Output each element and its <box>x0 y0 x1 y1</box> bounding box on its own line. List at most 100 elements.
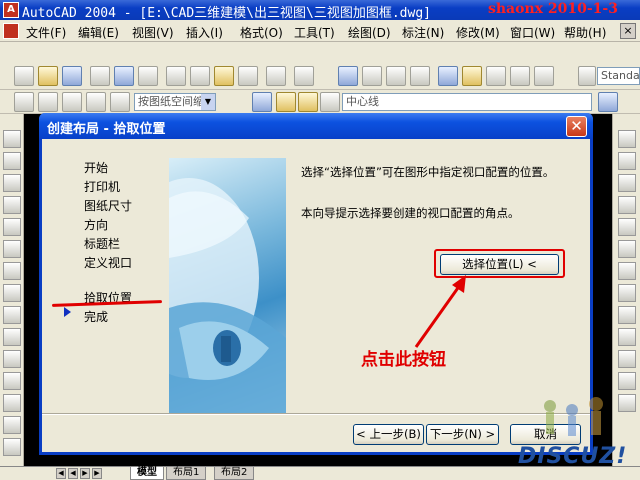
menu-view[interactable]: 视图(V) <box>132 24 174 41</box>
scale-icon[interactable] <box>618 284 636 302</box>
dbconnect-icon[interactable] <box>510 66 530 86</box>
chevron-down-icon[interactable]: ▼ <box>201 94 215 110</box>
menu-file[interactable]: 文件(F) <box>26 24 66 41</box>
spline-icon[interactable] <box>3 284 21 302</box>
clip-viewport-icon[interactable] <box>110 92 130 112</box>
select-location-button[interactable]: 选择位置(L) < <box>440 254 559 275</box>
tab-model[interactable]: 模型 <box>130 467 164 480</box>
copy-object-icon[interactable] <box>618 152 636 170</box>
save-icon[interactable] <box>62 66 82 86</box>
copy-icon[interactable] <box>190 66 210 86</box>
undo-icon[interactable] <box>266 66 286 86</box>
back-button[interactable]: < 上一步(B) <box>353 424 424 445</box>
autocad-app-icon[interactable]: A <box>3 2 19 18</box>
print-icon[interactable] <box>90 66 110 86</box>
menu-tools[interactable]: 工具(T) <box>294 24 335 41</box>
menu-draw[interactable]: 绘图(D) <box>348 24 391 41</box>
menu-edit[interactable]: 编辑(E) <box>78 24 119 41</box>
dialog-close-button[interactable]: ✕ <box>566 116 587 137</box>
viewport-scale-combo[interactable]: 按图纸空间缩 ▼ <box>134 93 216 111</box>
pan-icon[interactable] <box>338 66 358 86</box>
red-arrow-annotation-icon <box>414 275 466 348</box>
layer-lock-icon[interactable] <box>320 92 340 112</box>
paste-icon[interactable] <box>214 66 234 86</box>
discuz-logo: DISCUZ! <box>512 396 640 480</box>
offset-icon[interactable] <box>618 196 636 214</box>
construction-line-icon[interactable] <box>3 152 21 170</box>
new-file-icon[interactable] <box>14 66 34 86</box>
break-icon[interactable] <box>618 372 636 390</box>
erase-icon[interactable] <box>618 130 636 148</box>
layer-manager-icon[interactable] <box>252 92 272 112</box>
layer-combo[interactable]: 中心线 <box>342 93 592 111</box>
polygon-icon[interactable] <box>3 218 21 236</box>
menu-insert[interactable]: 插入(I) <box>186 24 223 41</box>
line-icon[interactable] <box>3 130 21 148</box>
close-document-button[interactable]: × <box>620 23 636 39</box>
ellipse-icon[interactable] <box>3 306 21 324</box>
discuz-figures-icon <box>544 397 603 436</box>
publish-icon[interactable] <box>138 66 158 86</box>
layer-on-icon[interactable] <box>276 92 296 112</box>
redo-icon[interactable] <box>294 66 314 86</box>
design-center-icon[interactable] <box>462 66 482 86</box>
step-paper-size: 图纸尺寸 <box>84 199 133 213</box>
step-title-block: 标题栏 <box>84 237 121 251</box>
next-tab-icon[interactable]: ▶ <box>80 468 90 479</box>
circle-icon[interactable] <box>3 196 21 214</box>
region-icon[interactable] <box>3 416 21 434</box>
tool-palettes-icon[interactable] <box>486 66 506 86</box>
dialog-separator <box>42 413 590 415</box>
first-tab-icon[interactable]: ◀ <box>56 468 66 479</box>
insert-block-icon[interactable] <box>3 328 21 346</box>
menu-format[interactable]: 格式(O) <box>240 24 283 41</box>
menu-window[interactable]: 窗口(W) <box>510 24 555 41</box>
trim-icon[interactable] <box>618 328 636 346</box>
mirror-icon[interactable] <box>618 174 636 192</box>
help-icon[interactable] <box>534 66 554 86</box>
print-preview-icon[interactable] <box>114 66 134 86</box>
zoom-previous-icon[interactable] <box>410 66 430 86</box>
current-step-arrow-icon <box>64 307 71 317</box>
point-icon[interactable] <box>3 372 21 390</box>
text-style-combo[interactable]: Standard <box>597 67 640 85</box>
rectangle-icon[interactable] <box>3 240 21 258</box>
zoom-window-icon[interactable] <box>386 66 406 86</box>
match-properties-icon[interactable] <box>238 66 258 86</box>
properties-icon[interactable] <box>438 66 458 86</box>
dialog-title-bar: 创建布局 - 拾取位置 ✕ <box>39 113 593 139</box>
tab-layout2[interactable]: 布局2 <box>214 467 255 480</box>
extend-icon[interactable] <box>618 350 636 368</box>
text-icon[interactable] <box>3 438 21 456</box>
make-block-icon[interactable] <box>3 350 21 368</box>
next-button[interactable]: 下一步(N) > <box>426 424 499 445</box>
last-tab-icon[interactable]: ▶ <box>92 468 102 479</box>
open-file-icon[interactable] <box>38 66 58 86</box>
convert-object-viewport-icon[interactable] <box>86 92 106 112</box>
make-layer-current-icon[interactable] <box>598 92 618 112</box>
menu-help[interactable]: 帮助(H) <box>564 24 606 41</box>
document-icon[interactable] <box>3 23 19 39</box>
polygon-viewport-icon[interactable] <box>62 92 82 112</box>
move-icon[interactable] <box>618 240 636 258</box>
rotate-icon[interactable] <box>618 262 636 280</box>
arc-icon[interactable] <box>3 262 21 280</box>
step-orientation: 方向 <box>84 218 109 232</box>
viewport-icon[interactable] <box>14 92 34 112</box>
zoom-realtime-icon[interactable] <box>362 66 382 86</box>
stretch-icon[interactable] <box>618 306 636 324</box>
hatch-icon[interactable] <box>3 394 21 412</box>
layer-value: 中心线 <box>346 95 379 108</box>
dialog-description: 选择“选择位置”可在图形中指定视口配置的位置。 <box>301 165 555 179</box>
dialog-title: 创建布局 - 拾取位置 <box>47 122 166 137</box>
layer-freeze-icon[interactable] <box>298 92 318 112</box>
prev-tab-icon[interactable]: ◀ <box>68 468 78 479</box>
menu-modify[interactable]: 修改(M) <box>456 24 500 41</box>
step-plotter: 打印机 <box>84 180 121 194</box>
tab-layout1[interactable]: 布局1 <box>166 467 207 480</box>
array-icon[interactable] <box>618 218 636 236</box>
single-viewport-icon[interactable] <box>38 92 58 112</box>
polyline-icon[interactable] <box>3 174 21 192</box>
cut-icon[interactable] <box>166 66 186 86</box>
menu-dimension[interactable]: 标注(N) <box>402 24 444 41</box>
